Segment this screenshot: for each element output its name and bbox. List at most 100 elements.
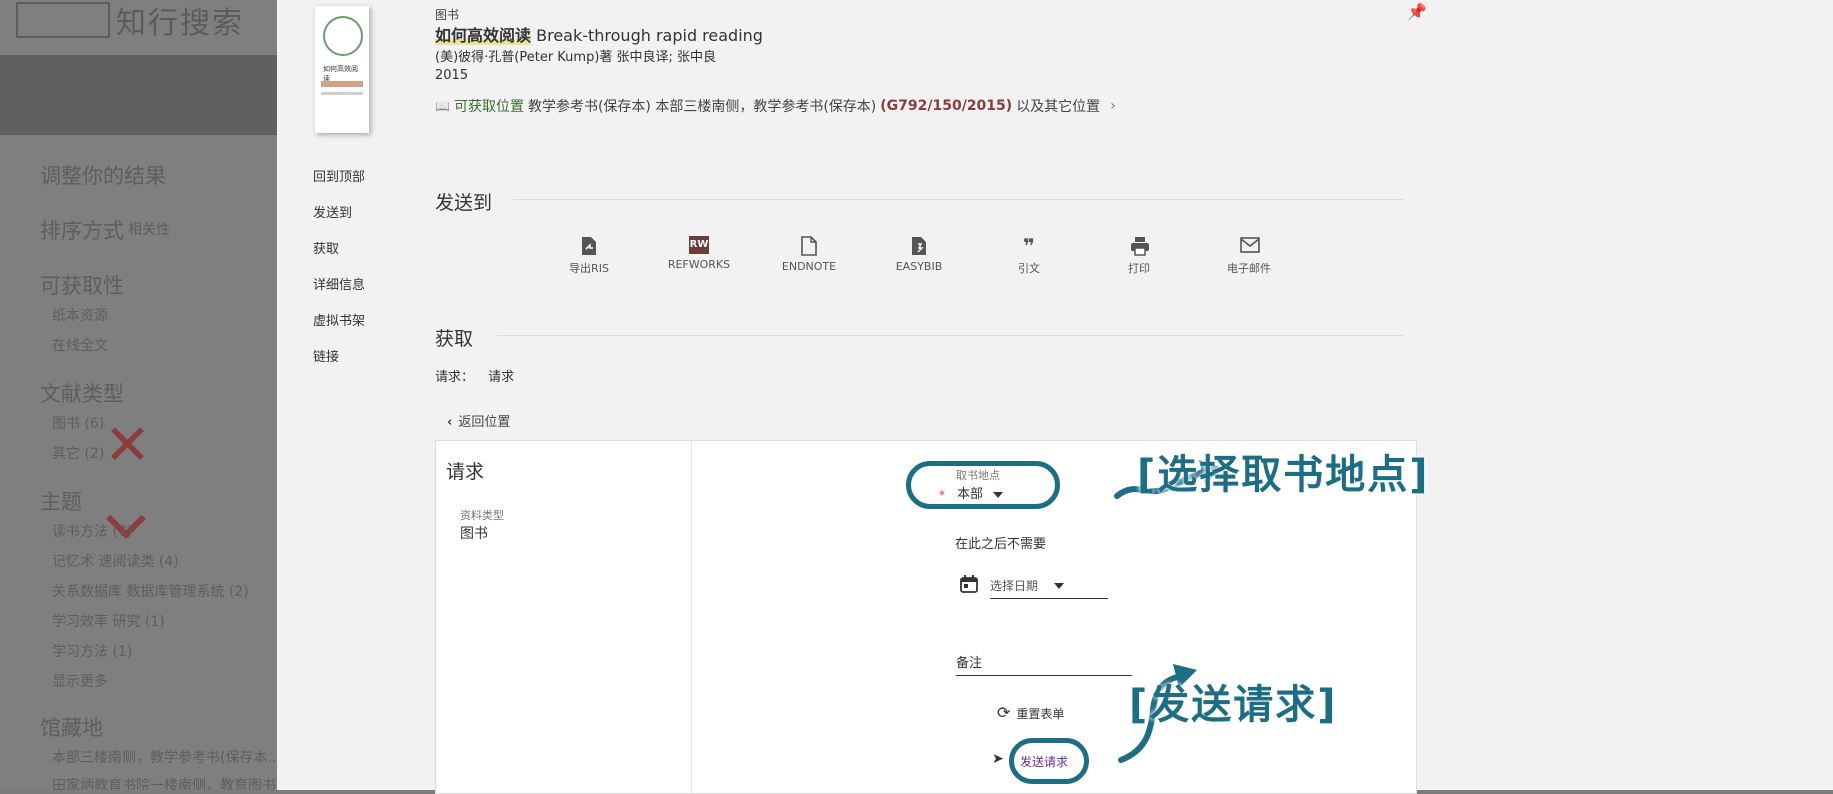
refworks-button[interactable]: RW REFWORKS [654, 236, 744, 271]
library-item: 田家炳教育书院一楼南侧，教育图书... [52, 778, 277, 790]
availability-label: 可获取位置 [453, 99, 524, 115]
doctype-heading: 文献类型 [40, 382, 124, 406]
record-title[interactable]: 如何高效阅读 Break-through rapid reading [435, 22, 763, 46]
request-row: 请求： 请求 [435, 366, 514, 385]
easybib-button[interactable]: EASYBIB [874, 236, 964, 273]
request-link[interactable]: 请求 [488, 370, 514, 385]
site-logo: 知行搜索 [16, 0, 246, 41]
logo-text: 知行搜索 [116, 6, 244, 41]
email-icon [1240, 236, 1260, 256]
material-type-label: 资料类型 [460, 509, 504, 522]
caret-down-icon [1054, 582, 1065, 589]
citation-button[interactable]: ❞ 引文 [984, 236, 1074, 276]
doctype-item: 图书 (6) [52, 416, 105, 432]
refworks-icon: RW [689, 236, 709, 254]
reset-label: 重置表单 [1016, 707, 1065, 721]
nav-send-to[interactable]: 发送到 [313, 202, 352, 221]
availability-text: 教学参考书(保存本) 本部三楼南侧，教学参考书(保存本) [527, 99, 877, 115]
date-placeholder: 选择日期 [990, 579, 1039, 593]
back-label: 返回位置 [458, 415, 511, 430]
easybib-icon [910, 236, 928, 256]
divider [497, 335, 1403, 336]
document-icon [800, 236, 818, 256]
record-year: 2015 [435, 68, 469, 83]
avail-item: 在线全文 [52, 338, 108, 354]
header-band [0, 55, 277, 135]
request-label: 请求： [435, 370, 475, 385]
quote-icon: ❞ [1023, 234, 1035, 258]
action-label: REFWORKS [667, 258, 731, 271]
form-title: 请求 [446, 461, 485, 483]
doctype-item: 其它 (2) [52, 446, 105, 462]
reset-form-button[interactable]: ⟳ 重置表单 [997, 703, 1064, 722]
pickup-highlight-ring [906, 461, 1060, 509]
nav-get-it[interactable]: 获取 [313, 238, 339, 257]
record-authors: (美)彼得·孔普(Peter Kump)著 张中良译; 张中良 [435, 50, 717, 65]
action-label: 引文 [1018, 262, 1040, 275]
endnote-button[interactable]: ENDNOTE [764, 236, 854, 273]
subject-item: 关系数据库 数据库管理系统 (2) [52, 584, 249, 600]
action-label: 打印 [1128, 262, 1150, 275]
submit-highlight-ring [1009, 738, 1089, 784]
record-type: 图书 [435, 8, 460, 22]
title-en: Break-through rapid reading [536, 26, 763, 45]
nav-links[interactable]: 链接 [313, 346, 339, 365]
ris-file-icon [580, 236, 598, 256]
pin-icon[interactable]: 📌 [1407, 2, 1427, 21]
library-heading: 馆藏地 [40, 716, 103, 740]
not-needed-label: 在此之后不需要 [955, 537, 1047, 552]
nav-details[interactable]: 详细信息 [313, 274, 365, 293]
book-open-icon: 📖 [435, 99, 450, 113]
cover-band [321, 92, 363, 95]
email-button[interactable]: 电子邮件 [1204, 236, 1294, 276]
record-panel: 如何高效阅读 图书 如何高效阅读 Break-through rapid rea… [277, 0, 1833, 794]
form-summary: 请求 资料类型 图书 [436, 441, 692, 793]
date-select[interactable]: 选择日期 [990, 575, 1108, 599]
chevron-right-icon: › [1110, 98, 1116, 114]
action-label: 导出RIS [569, 262, 609, 275]
nav-virtual-shelf[interactable]: 虚拟书架 [313, 310, 365, 329]
cover-band [321, 81, 363, 87]
cover-clock-icon [323, 16, 363, 56]
divider [513, 199, 1403, 200]
subject-item: 读书方法 (7) [52, 524, 133, 540]
print-button[interactable]: 打印 [1094, 236, 1184, 276]
send-to-heading: 发送到 [435, 192, 493, 214]
sort-label: 排序方式 [40, 219, 124, 243]
background-overlay: 知行搜索 调整你的结果 排序方式 相关性 可获取性 纸本资源 在线全文 文献类型… [0, 0, 277, 790]
get-it-heading: 获取 [435, 328, 474, 350]
subject-item: 记忆术 速阅读类 (4) [52, 554, 179, 570]
notes-field[interactable]: 备注 [956, 652, 1132, 676]
notes-label: 备注 [956, 656, 983, 671]
action-label: ENDNOTE [781, 260, 837, 273]
back-to-locations[interactable]: ‹ 返回位置 [447, 411, 510, 430]
chevron-left-icon: ‹ [447, 415, 453, 430]
library-item: 本部三楼南侧，教学参考书(保存本... [52, 750, 277, 766]
logo-mark [16, 2, 110, 38]
subject-heading: 主题 [40, 490, 82, 514]
availability-more: 以及其它位置 [1016, 99, 1101, 115]
material-type-value: 图书 [460, 526, 488, 542]
availability-line[interactable]: 📖 可获取位置 教学参考书(保存本) 本部三楼南侧，教学参考书(保存本) (G79… [435, 96, 1116, 116]
submit-arrow-icon: ➤ [992, 751, 1004, 767]
title-zh: 如何高效阅读 [435, 26, 532, 45]
refresh-icon: ⟳ [997, 703, 1011, 722]
availability-heading: 可获取性 [40, 274, 124, 298]
call-number: (G792/150/2015) [880, 98, 1013, 114]
action-label: 电子邮件 [1227, 262, 1271, 275]
calendar-icon[interactable] [960, 575, 978, 597]
subject-item: 显示更多 [52, 674, 108, 690]
subject-item: 学习方法 (1) [52, 644, 133, 660]
refine-heading: 调整你的结果 [40, 164, 166, 188]
close-x-icon: ✕ [104, 413, 151, 478]
avail-item: 纸本资源 [52, 308, 108, 324]
nav-back-to-top[interactable]: 回到顶部 [313, 166, 365, 185]
action-label: EASYBIB [895, 260, 943, 273]
subject-item: 学习效率 研究 (1) [52, 614, 165, 630]
send-callout: [发送请求] [1129, 682, 1338, 728]
book-cover: 如何高效阅读 [315, 6, 369, 133]
pickup-callout: [选择取书地点] [1137, 452, 1430, 498]
printer-icon [1130, 236, 1149, 256]
sort-value: 相关性 [128, 222, 170, 238]
export-ris-button[interactable]: 导出RIS [544, 236, 634, 276]
